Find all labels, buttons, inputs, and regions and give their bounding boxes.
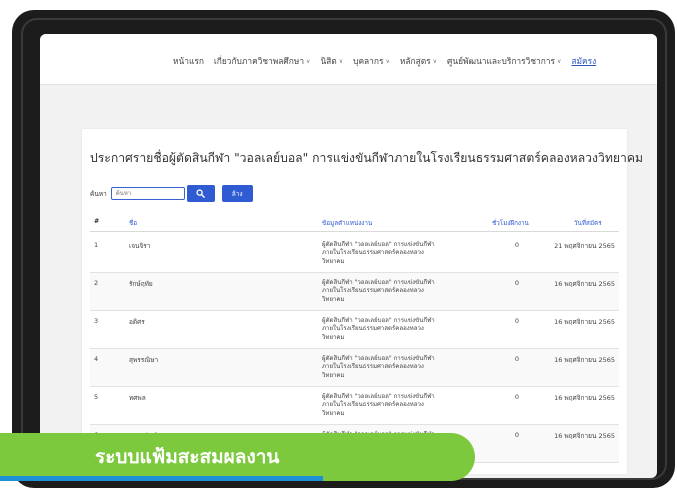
column-header-name: ชื่อ (129, 220, 138, 227)
cell-hours: 0 (514, 431, 520, 439)
nav-item-label: นิสิต (320, 56, 337, 66)
content-card: ประกาศรายชื่อผู้ตัดสินกีฬา "วอลเลย์บอล" … (82, 129, 643, 474)
cell-no: 1 (94, 241, 99, 249)
cell-role: ผู้ตัดสินกีฬา "วอลเลย์บอล" การแข่งขันกีฬ… (322, 317, 435, 341)
nav-item-1[interactable]: เกี่ยวกับภาควิชาพลศึกษา ∨ (214, 54, 311, 68)
nav-item-label: หน้าแรก (173, 56, 204, 66)
column-header-position: ข้อมูลตำแหน่งงาน (322, 220, 373, 227)
cell-no: 3 (94, 317, 99, 325)
cell-date: 16 พฤศจิกายน 2565 (554, 318, 615, 326)
table-row: 4 สุพรรณิษา ผู้ตัดสินกีฬา "วอลเลย์บอล" การ… (90, 349, 619, 387)
cell-name: อดิศร (129, 318, 145, 326)
top-navigation: หน้าแรก เกี่ยวกับภาควิชาพลศึกษา ∨ นิสิต ∨ บุค… (40, 34, 657, 85)
chevron-down-icon: ∨ (338, 57, 344, 65)
cell-role: ผู้ตัดสินกีฬา "วอลเลย์บอล" การแข่งขันกีฬ… (322, 393, 435, 417)
table-row: 1 เจนจิรา ผู้ตัดสินกีฬา "วอลเลย์บอล" การแข… (90, 235, 619, 273)
cell-name: รักษ์ฤทัย (129, 280, 153, 288)
cell-date: 16 พฤศจิกายน 2565 (554, 356, 615, 364)
table-row: 3 อดิศร ผู้ตัดสินกีฬา "วอลเลย์บอล" การแข่ง… (90, 311, 619, 349)
nav-item-5[interactable]: ศูนย์พัฒนาและบริการวิชาการ ∨ (447, 54, 561, 68)
cell-date: 16 พฤศจิกายน 2565 (554, 432, 615, 440)
cell-no: 2 (94, 279, 99, 287)
cell-date: 16 พฤศจิกายน 2565 (554, 280, 615, 288)
search-icon (196, 189, 206, 198)
nav-item-0[interactable]: หน้าแรก (173, 54, 204, 68)
cell-name: เจนจิรา (129, 242, 151, 250)
nav-item-label: ศูนย์พัฒนาและบริการวิชาการ (447, 56, 555, 66)
screen: หน้าแรก เกี่ยวกับภาควิชาพลศึกษา ∨ นิสิต ∨ บุค… (40, 34, 657, 478)
chevron-down-icon: ∨ (432, 57, 438, 65)
nav-item-3[interactable]: บุคลากร ∨ (353, 54, 390, 68)
nav-item-label: สมัครง (571, 56, 597, 66)
cell-role: ผู้ตัดสินกีฬา "วอลเลย์บอล" การแข่งขันกีฬ… (322, 355, 435, 379)
cell-hours: 0 (514, 393, 520, 401)
chevron-down-icon: ∨ (385, 57, 390, 65)
cell-name: สุพรรณิษา (129, 356, 159, 364)
search-button[interactable] (186, 185, 215, 202)
search-label: ค้นหา (90, 189, 107, 198)
nav-item-2[interactable]: นิสิต ∨ (320, 54, 343, 68)
nav-menu: หน้าแรก เกี่ยวกับภาควิชาพลศึกษา ∨ นิสิต ∨ บุค… (173, 54, 596, 68)
cell-role: ผู้ตัดสินกีฬา "วอลเลย์บอล" การแข่งขันกีฬ… (322, 241, 435, 265)
cell-hours: 0 (514, 317, 520, 325)
column-header-hours: ชั่วโมงฝึกงาน (492, 220, 529, 227)
cell-hours: 0 (514, 279, 520, 287)
nav-item-6[interactable]: สมัครง (571, 54, 596, 68)
table-row: 5 ทศพล ผู้ตัดสินกีฬา "วอลเลย์บอล" การแข่งข… (90, 387, 619, 425)
cell-no: 4 (94, 355, 99, 363)
cell-hours: 0 (514, 241, 520, 249)
cell-date: 16 พฤศจิกายน 2565 (554, 394, 615, 402)
nav-item-label: เกี่ยวกับภาควิชาพลศึกษา (213, 56, 305, 66)
cell-name: ทศพล (129, 394, 146, 402)
table-row: 2 รักษ์ฤทัย ผู้ตัดสินกีฬา "วอลเลย์บอล" การ… (90, 273, 619, 311)
cell-hours: 0 (514, 355, 520, 363)
chevron-down-icon: ∨ (306, 57, 311, 65)
page-title: ประกาศรายชื่อผู้ตัดสินกีฬา "วอลเลย์บอล" … (90, 151, 644, 165)
column-header-number: # (94, 218, 100, 225)
chevron-down-icon: ∨ (557, 57, 562, 65)
portfolio-banner: ระบบแฟ้มสะสมผลงาน (0, 433, 475, 481)
search-input[interactable] (110, 187, 185, 200)
clear-button[interactable]: ล้าง (221, 185, 253, 202)
cell-no: 5 (94, 393, 99, 401)
column-header-date: วันที่สมัคร (574, 220, 602, 227)
cell-date: 21 พฤศจิกายน 2565 (554, 242, 615, 250)
laptop-frame: หน้าแรก เกี่ยวกับภาควิชาพลศึกษา ∨ นิสิต ∨ บุค… (12, 10, 675, 488)
nav-item-label: หลักสูตร (399, 56, 431, 66)
banner-stripe (0, 476, 323, 481)
banner-text: ระบบแฟ้มสะสมผลงาน (95, 446, 280, 468)
nav-item-label: บุคลากร (353, 56, 384, 66)
cell-role: ผู้ตัดสินกีฬา "วอลเลย์บอล" การแข่งขันกีฬ… (322, 279, 435, 303)
nav-item-4[interactable]: หลักสูตร ∨ (400, 54, 437, 68)
search-bar: ค้นหา ล้าง (90, 185, 253, 202)
header-divider (90, 231, 619, 232)
